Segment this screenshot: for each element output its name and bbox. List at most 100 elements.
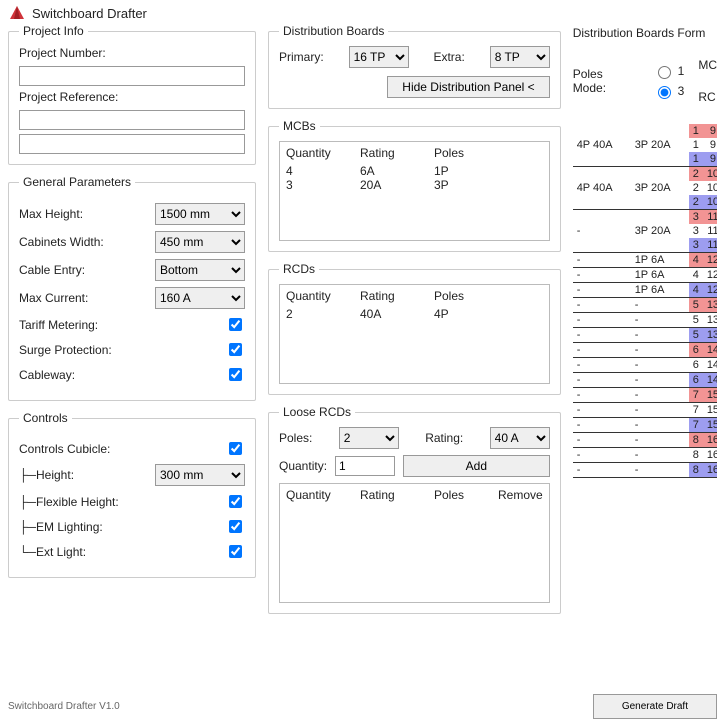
mcbs-col-quantity: Quantity xyxy=(286,146,356,160)
form-row: -1P 6A412 xyxy=(573,253,717,268)
mcbs-col-poles: Poles xyxy=(434,146,494,160)
mcbs-legend: MCBs xyxy=(279,119,320,133)
primary-select[interactable]: 16 TP xyxy=(349,46,409,68)
loose-rcds-group: Loose RCDs Poles: 2 Rating: 40 A Quantit… xyxy=(268,405,561,614)
rcds-col-rating: Rating xyxy=(360,289,430,303)
mcbs-col-rating: Rating xyxy=(360,146,430,160)
project-reference-input-2[interactable] xyxy=(19,134,245,154)
generate-draft-button[interactable]: Generate Draft xyxy=(593,694,717,719)
cable-entry-select[interactable]: Bottom xyxy=(155,259,245,281)
form-row: 19 xyxy=(573,124,717,138)
poles-mode-radio-1[interactable]: 1 xyxy=(653,63,685,79)
cableway-label: Cableway: xyxy=(19,368,129,382)
distribution-boards-form-grid: 194P 40A3P 20A19192104P 40A3P 20A2102103… xyxy=(573,124,717,478)
loose-rating-select[interactable]: 40 A xyxy=(490,427,550,449)
distribution-boards-group: Distribution Boards Primary: 16 TP Extra… xyxy=(268,24,561,109)
form-row: --614 xyxy=(573,373,717,388)
controls-em-lighting-checkbox[interactable] xyxy=(229,520,242,533)
form-row: --715 xyxy=(573,403,717,418)
max-current-select[interactable]: 160 A xyxy=(155,287,245,309)
rcds-col-poles: Poles xyxy=(434,289,494,303)
project-info-legend: Project Info xyxy=(19,24,88,38)
general-parameters-group: General Parameters Max Height: 1500 mm C… xyxy=(8,175,256,401)
loose-rcds-table: Quantity Rating Poles Remove xyxy=(279,483,550,603)
controls-flexible-height-checkbox[interactable] xyxy=(229,495,242,508)
max-height-select[interactable]: 1500 mm xyxy=(155,203,245,225)
surge-protection-checkbox[interactable] xyxy=(229,343,242,356)
loose-col-quantity: Quantity xyxy=(286,488,356,502)
controls-group: Controls Controls Cubicle: ├─Height: 300… xyxy=(8,411,256,578)
project-number-label: Project Number: xyxy=(19,46,245,60)
controls-em-lighting-label: ├─EM Lighting: xyxy=(19,520,129,534)
tariff-metering-label: Tariff Metering: xyxy=(19,318,129,332)
controls-cubicle-checkbox[interactable] xyxy=(229,442,242,455)
project-number-input[interactable] xyxy=(19,66,245,86)
form-rc-header: RC xyxy=(698,90,717,104)
loose-col-poles: Poles xyxy=(434,488,494,502)
distribution-boards-form-title: Distribution Boards Form xyxy=(573,26,717,40)
table-row[interactable]: 320A3P xyxy=(286,178,543,192)
project-reference-input-1[interactable] xyxy=(19,110,245,130)
form-row: 311 xyxy=(573,210,717,225)
form-row: --816 xyxy=(573,463,717,478)
distribution-boards-legend: Distribution Boards xyxy=(279,24,388,38)
controls-legend: Controls xyxy=(19,411,72,425)
poles-mode-radio-3[interactable]: 3 xyxy=(653,83,685,99)
project-info-group: Project Info Project Number: Project Ref… xyxy=(8,24,256,165)
loose-add-button[interactable]: Add xyxy=(403,455,550,477)
project-reference-label: Project Reference: xyxy=(19,90,245,104)
form-row: --816 xyxy=(573,433,717,448)
form-row: 311 xyxy=(573,238,717,253)
loose-rating-label: Rating: xyxy=(425,431,463,445)
form-row: 19 xyxy=(573,152,717,167)
controls-cubicle-label: Controls Cubicle: xyxy=(19,442,129,456)
form-row: --614 xyxy=(573,358,717,373)
form-row: --614 xyxy=(573,343,717,358)
form-row: 210 xyxy=(573,167,717,182)
form-row: -1P 6A412 xyxy=(573,268,717,283)
app-logo-icon xyxy=(8,4,26,22)
poles-mode-label: Poles Mode: xyxy=(573,67,639,95)
general-parameters-legend: General Parameters xyxy=(19,175,135,189)
toggle-distribution-panel-button[interactable]: Hide Distribution Panel < xyxy=(387,76,549,98)
cabinets-width-label: Cabinets Width: xyxy=(19,235,129,249)
max-height-label: Max Height: xyxy=(19,207,129,221)
max-current-label: Max Current: xyxy=(19,291,129,305)
extra-select[interactable]: 8 TP xyxy=(490,46,550,68)
form-row: -1P 6A412 xyxy=(573,283,717,298)
cableway-checkbox[interactable] xyxy=(229,368,242,381)
table-row[interactable]: 240A4P xyxy=(286,307,543,321)
form-row: --816 xyxy=(573,448,717,463)
mcbs-table: Quantity Rating Poles 46A1P320A3P xyxy=(279,141,550,241)
form-row: --513 xyxy=(573,298,717,313)
cabinets-width-select[interactable]: 450 mm xyxy=(155,231,245,253)
rcds-legend: RCDs xyxy=(279,262,319,276)
form-row: -3P 20A311 xyxy=(573,224,717,238)
form-row: 4P 40A3P 20A210 xyxy=(573,181,717,195)
controls-height-select[interactable]: 300 mm xyxy=(155,464,245,486)
cable-entry-label: Cable Entry: xyxy=(19,263,129,277)
loose-rcds-legend: Loose RCDs xyxy=(279,405,355,419)
loose-quantity-input[interactable] xyxy=(335,456,395,476)
rcds-col-quantity: Quantity xyxy=(286,289,356,303)
loose-col-remove: Remove xyxy=(498,488,543,502)
controls-flexible-height-label: ├─Flexible Height: xyxy=(19,495,129,509)
form-mc-header: MC xyxy=(698,58,717,72)
primary-label: Primary: xyxy=(279,50,324,64)
tariff-metering-checkbox[interactable] xyxy=(229,318,242,331)
form-row: --513 xyxy=(573,328,717,343)
form-row: --715 xyxy=(573,388,717,403)
loose-poles-select[interactable]: 2 xyxy=(339,427,399,449)
surge-protection-label: Surge Protection: xyxy=(19,343,129,357)
window-title: Switchboard Drafter xyxy=(32,6,147,21)
version-label: Switchboard Drafter V1.0 xyxy=(8,701,120,712)
form-row: 4P 40A3P 20A19 xyxy=(573,138,717,152)
controls-ext-light-checkbox[interactable] xyxy=(229,545,242,558)
extra-label: Extra: xyxy=(433,50,464,64)
form-row: 210 xyxy=(573,195,717,210)
table-row[interactable]: 46A1P xyxy=(286,164,543,178)
form-row: --513 xyxy=(573,313,717,328)
rcds-group: RCDs Quantity Rating Poles 240A4P xyxy=(268,262,561,395)
loose-col-rating: Rating xyxy=(360,488,430,502)
loose-quantity-label: Quantity: xyxy=(279,459,327,473)
